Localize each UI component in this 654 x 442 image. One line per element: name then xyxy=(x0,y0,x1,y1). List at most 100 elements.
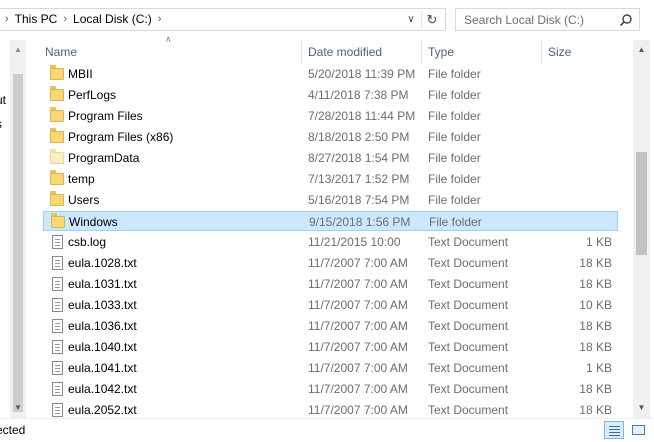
column-header-type[interactable]: Type xyxy=(422,40,542,64)
address-history-chevron-down-icon[interactable]: ∨ xyxy=(403,11,419,28)
table-row[interactable]: eula.2052.txt 11/7/2007 7:00 AM Text Docum… xyxy=(43,400,618,420)
file-name: Program Files (x86) xyxy=(68,130,174,144)
refresh-icon[interactable]: ↻ xyxy=(421,10,442,29)
scroll-up-arrow-icon[interactable]: ▲ xyxy=(10,42,26,58)
scroll-up-arrow-icon[interactable]: ▲ xyxy=(633,42,650,58)
file-date-modified: 11/7/2007 7:00 AM xyxy=(308,403,408,417)
details-view-button[interactable] xyxy=(604,421,624,439)
file-name: eula.1042.txt xyxy=(68,382,137,396)
column-headers: ∧ Name Date modified Type Size xyxy=(39,34,633,64)
column-header-size[interactable]: Size xyxy=(542,40,633,64)
file-name: eula.1041.txt xyxy=(68,361,137,375)
navigation-scrollbar[interactable]: ▲ ▼ xyxy=(10,40,26,418)
file-date-modified: 9/15/2018 1:56 PM xyxy=(309,215,411,229)
search-box[interactable]: Search Local Disk (C:) xyxy=(455,8,640,31)
file-date-modified: 11/7/2007 7:00 AM xyxy=(308,340,408,354)
folder-hidden-icon xyxy=(50,149,64,164)
file-name: ProgramData xyxy=(68,151,140,165)
breadcrumb: › This PC › Local Disk (C:) › xyxy=(0,12,167,26)
file-size: 10 KB xyxy=(579,298,612,312)
file-size: 18 KB xyxy=(579,340,612,354)
file-type: Text Document xyxy=(428,340,509,354)
file-type: File folder xyxy=(428,88,481,102)
table-row[interactable]: ProgramData 8/27/2018 1:54 PM File folder xyxy=(43,148,618,168)
file-name: MBII xyxy=(68,67,93,81)
file-name: eula.2052.txt xyxy=(68,403,137,417)
column-header-name[interactable]: Name xyxy=(39,40,302,64)
table-row[interactable]: MBII 5/20/2018 11:39 PM File folder xyxy=(43,64,618,84)
table-row[interactable]: Users 5/16/2018 7:54 PM File folder xyxy=(43,190,618,210)
file-name: Users xyxy=(68,193,100,207)
table-row[interactable]: eula.1028.txt 11/7/2007 7:00 AM Text Docum… xyxy=(43,253,618,273)
file-size: 18 KB xyxy=(579,382,612,396)
file-date-modified: 11/7/2007 7:00 AM xyxy=(308,319,408,333)
status-bar: ected xyxy=(0,418,654,442)
file-size: 1 KB xyxy=(585,361,612,375)
large-icons-view-icon xyxy=(632,425,645,435)
text-document-icon xyxy=(52,235,63,249)
table-row[interactable]: eula.1041.txt 11/7/2007 7:00 AM Text Docum… xyxy=(43,358,618,378)
file-list: MBII 5/20/2018 11:39 PM File folder PerfLog… xyxy=(39,64,633,424)
file-name: Program Files xyxy=(68,109,143,123)
text-document-icon xyxy=(52,319,63,333)
file-type: Text Document xyxy=(428,235,509,249)
file-date-modified: 11/7/2007 7:00 AM xyxy=(308,298,408,312)
text-document-icon xyxy=(52,382,63,396)
scroll-down-arrow-icon[interactable]: ▼ xyxy=(633,400,650,416)
file-date-modified: 7/28/2018 11:44 PM xyxy=(308,109,416,123)
file-size: 18 KB xyxy=(579,319,612,333)
large-icons-view-button[interactable] xyxy=(628,421,648,439)
nav-item-partial[interactable]: s xyxy=(0,117,2,131)
table-row[interactable]: temp 7/13/2017 1:52 PM File folder xyxy=(43,169,618,189)
folder-icon xyxy=(50,170,64,185)
file-size: 1 KB xyxy=(585,235,612,249)
file-date-modified: 11/7/2007 7:00 AM xyxy=(308,277,408,291)
chevron-right-icon[interactable]: › xyxy=(0,13,15,25)
scrollbar-thumb[interactable] xyxy=(13,74,23,412)
file-type: Text Document xyxy=(428,403,509,417)
text-document-icon xyxy=(52,361,63,375)
text-document-icon xyxy=(52,298,63,312)
nav-item-partial[interactable]: ut xyxy=(0,93,6,107)
folder-icon xyxy=(50,86,64,101)
column-header-date-modified[interactable]: Date modified xyxy=(302,40,422,64)
toolbar: › This PC › Local Disk (C:) › ∨ ↻ Search… xyxy=(0,0,654,40)
table-row[interactable]: PerfLogs 4/11/2018 7:38 PM File folder xyxy=(43,85,618,105)
file-name: eula.1031.txt xyxy=(68,277,137,291)
scrollbar-thumb[interactable] xyxy=(636,152,647,255)
table-row[interactable]: eula.1033.txt 11/7/2007 7:00 AM Text Docum… xyxy=(43,295,618,315)
folder-icon xyxy=(50,191,64,206)
address-bar[interactable]: › This PC › Local Disk (C:) › ∨ ↻ xyxy=(0,8,446,31)
breadcrumb-local-disk[interactable]: Local Disk (C:) xyxy=(73,12,152,26)
file-date-modified: 11/7/2007 7:00 AM xyxy=(308,382,408,396)
file-name: eula.1028.txt xyxy=(68,256,137,270)
table-row[interactable]: eula.1040.txt 11/7/2007 7:00 AM Text Docum… xyxy=(43,337,618,357)
table-row[interactable]: Program Files (x86) 8/18/2018 2:50 PM File… xyxy=(43,127,618,147)
breadcrumb-this-pc[interactable]: This PC xyxy=(15,12,58,26)
file-name: eula.1040.txt xyxy=(68,340,137,354)
table-row[interactable]: Program Files 7/28/2018 11:44 PM File fold… xyxy=(43,106,618,126)
table-row[interactable]: eula.1036.txt 11/7/2007 7:00 AM Text Docum… xyxy=(43,316,618,336)
file-name: eula.1036.txt xyxy=(68,319,137,333)
text-document-icon xyxy=(52,256,63,270)
table-row[interactable]: Windows 9/15/2018 1:56 PM File folder xyxy=(43,211,618,231)
file-date-modified: 5/16/2018 7:54 PM xyxy=(308,193,410,207)
table-row[interactable]: csb.log 11/21/2015 10:00 Text Document 1 KB xyxy=(43,232,618,252)
file-type: File folder xyxy=(428,109,481,123)
file-type: File folder xyxy=(428,130,481,144)
file-type: Text Document xyxy=(428,298,509,312)
scroll-down-arrow-icon[interactable]: ▼ xyxy=(10,400,26,416)
file-name: eula.1033.txt xyxy=(68,298,137,312)
chevron-right-icon[interactable]: › xyxy=(152,13,168,25)
file-name: csb.log xyxy=(68,235,107,249)
file-date-modified: 7/13/2017 1:52 PM xyxy=(308,172,410,186)
vertical-scrollbar[interactable]: ▲ ▼ xyxy=(633,40,650,418)
search-icon[interactable] xyxy=(619,13,633,27)
file-type: Text Document xyxy=(428,319,509,333)
file-type: Text Document xyxy=(428,361,509,375)
file-type: File folder xyxy=(428,172,481,186)
chevron-right-icon[interactable]: › xyxy=(57,13,73,25)
folder-icon xyxy=(50,128,64,143)
table-row[interactable]: eula.1031.txt 11/7/2007 7:00 AM Text Docum… xyxy=(43,274,618,294)
table-row[interactable]: eula.1042.txt 11/7/2007 7:00 AM Text Docum… xyxy=(43,379,618,399)
